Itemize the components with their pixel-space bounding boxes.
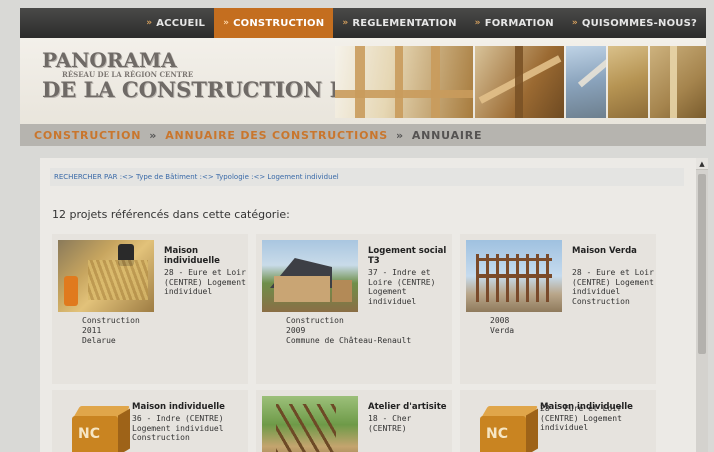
project-thumbnail[interactable] — [58, 240, 154, 312]
vertical-scrollbar[interactable]: ▲ — [696, 158, 708, 452]
project-meta-line: Delarue — [82, 336, 116, 345]
project-thumbnail[interactable] — [262, 396, 358, 452]
banner-photo — [475, 46, 565, 118]
breadcrumb-construction[interactable]: CONSTRUCTION — [34, 129, 141, 142]
nav-item-formation[interactable]: » FORMATION — [466, 8, 563, 38]
site-banner: PANORAMA RÉSEAU DE LA RÉGION CENTRE DE L… — [20, 38, 706, 124]
nav-item-construction[interactable]: » CONSTRUCTION — [214, 8, 334, 38]
breadcrumb: CONSTRUCTION » ANNUAIRE DES CONSTRUCTION… — [20, 124, 706, 146]
no-image-box-icon: NC — [71, 406, 134, 452]
project-info: 18 - Cher (CENTRE) — [368, 414, 412, 433]
nav-item-reglementation[interactable]: » REGLEMENTATION — [333, 8, 465, 38]
no-image-label: NC — [78, 426, 100, 442]
nav-item-quisommes-nous[interactable]: » QUISOMMES-NOUS? — [563, 8, 706, 38]
project-card[interactable]: Logement social T3 37 - Indre et Loire (… — [256, 234, 452, 384]
nav-item-label: QUISOMMES-NOUS? — [581, 17, 697, 29]
project-meta-line: 2011 — [82, 326, 102, 335]
breadcrumb-separator: » — [149, 128, 158, 142]
project-meta-line: Construction — [82, 316, 140, 325]
project-card[interactable]: Maison individuelle 28 - Eure et Loir (C… — [52, 234, 248, 384]
project-meta-line: Verda — [490, 326, 515, 335]
search-criteria-bar[interactable]: RECHERCHER PAR :<> Type de Bâtiment :<> … — [50, 168, 684, 186]
content-panel: RECHERCHER PAR :<> Type de Bâtiment :<> … — [40, 158, 696, 452]
chevron-right-icon: » — [571, 18, 578, 28]
project-card[interactable]: NC Maison individuelle 28 - Eure et Loir… — [460, 390, 656, 452]
banner-photo — [566, 46, 607, 118]
project-title[interactable]: Maison individuelle — [164, 246, 248, 266]
banner-photo-strip — [335, 46, 706, 118]
project-card[interactable]: Atelier d'artisite 18 - Cher (CENTRE) — [256, 390, 452, 452]
results-count: 12 projets référencés dans cette catégor… — [52, 208, 290, 221]
nav-item-label: FORMATION — [484, 17, 554, 29]
nav-item-label: ACCUEIL — [156, 17, 206, 29]
project-meta: Construction 2009 Commune de Château-Ren… — [286, 316, 411, 346]
project-title[interactable]: Logement social T3 — [368, 246, 452, 266]
chevron-right-icon: » — [223, 18, 230, 28]
top-navigation: » ACCUEIL » CONSTRUCTION » REGLEMENTATION »… — [20, 8, 706, 38]
nav-item-accueil[interactable]: » ACCUEIL — [137, 8, 214, 38]
project-info: 28 - Eure et Loir (CENTRE) Logement indi… — [540, 404, 622, 432]
nav-item-label: CONSTRUCTION — [233, 17, 325, 29]
breadcrumb-annuaire-des-constructions[interactable]: ANNUAIRE DES CONSTRUCTIONS — [165, 129, 388, 142]
project-card[interactable]: NC Maison individuelle 36 - Indre (CENTR… — [52, 390, 248, 452]
project-info: 28 - Eure et Loir (CENTRE) Logement indi… — [164, 268, 246, 296]
project-meta-line: 2009 — [286, 326, 306, 335]
project-meta: Construction 2011 Delarue — [82, 316, 140, 346]
project-info: 28 - Eure et Loir (CENTRE) Logement indi… — [572, 268, 654, 306]
project-title[interactable]: Maison individuelle — [132, 402, 242, 412]
chevron-right-icon: » — [474, 18, 481, 28]
project-info: 37 - Indre et Loire (CENTRE) Logement in… — [368, 268, 436, 306]
banner-photo — [608, 46, 648, 118]
project-title[interactable]: Maison Verda — [572, 246, 656, 256]
project-card[interactable]: Maison Verda 28 - Eure et Loir (CENTRE) … — [460, 234, 656, 384]
breadcrumb-separator: » — [395, 128, 404, 142]
project-meta-line: Construction — [286, 316, 344, 325]
chevron-right-icon: » — [146, 18, 153, 28]
project-meta-line: 2008 — [490, 316, 510, 325]
breadcrumb-annuaire: ANNUAIRE — [411, 128, 483, 142]
project-meta-line: Commune de Château-Renault — [286, 336, 412, 345]
scroll-up-arrow-icon[interactable]: ▲ — [696, 158, 708, 170]
search-criteria-text[interactable]: RECHERCHER PAR :<> Type de Bâtiment :<> … — [54, 173, 339, 181]
chevron-right-icon: » — [342, 18, 349, 28]
banner-photo — [649, 46, 706, 118]
project-thumbnail[interactable] — [262, 240, 358, 312]
project-thumbnail[interactable] — [466, 240, 562, 312]
nav-item-label: REGLEMENTATION — [352, 17, 457, 29]
no-image-box-icon: NC — [479, 406, 542, 452]
project-info: 36 - Indre (CENTRE) Logement individuel … — [132, 414, 224, 442]
banner-photo — [335, 46, 474, 118]
no-image-label: NC — [486, 426, 508, 442]
project-title[interactable]: Atelier d'artisite — [368, 402, 452, 412]
project-meta: 2008 Verda — [490, 316, 514, 336]
scrollbar-thumb[interactable] — [698, 174, 706, 354]
